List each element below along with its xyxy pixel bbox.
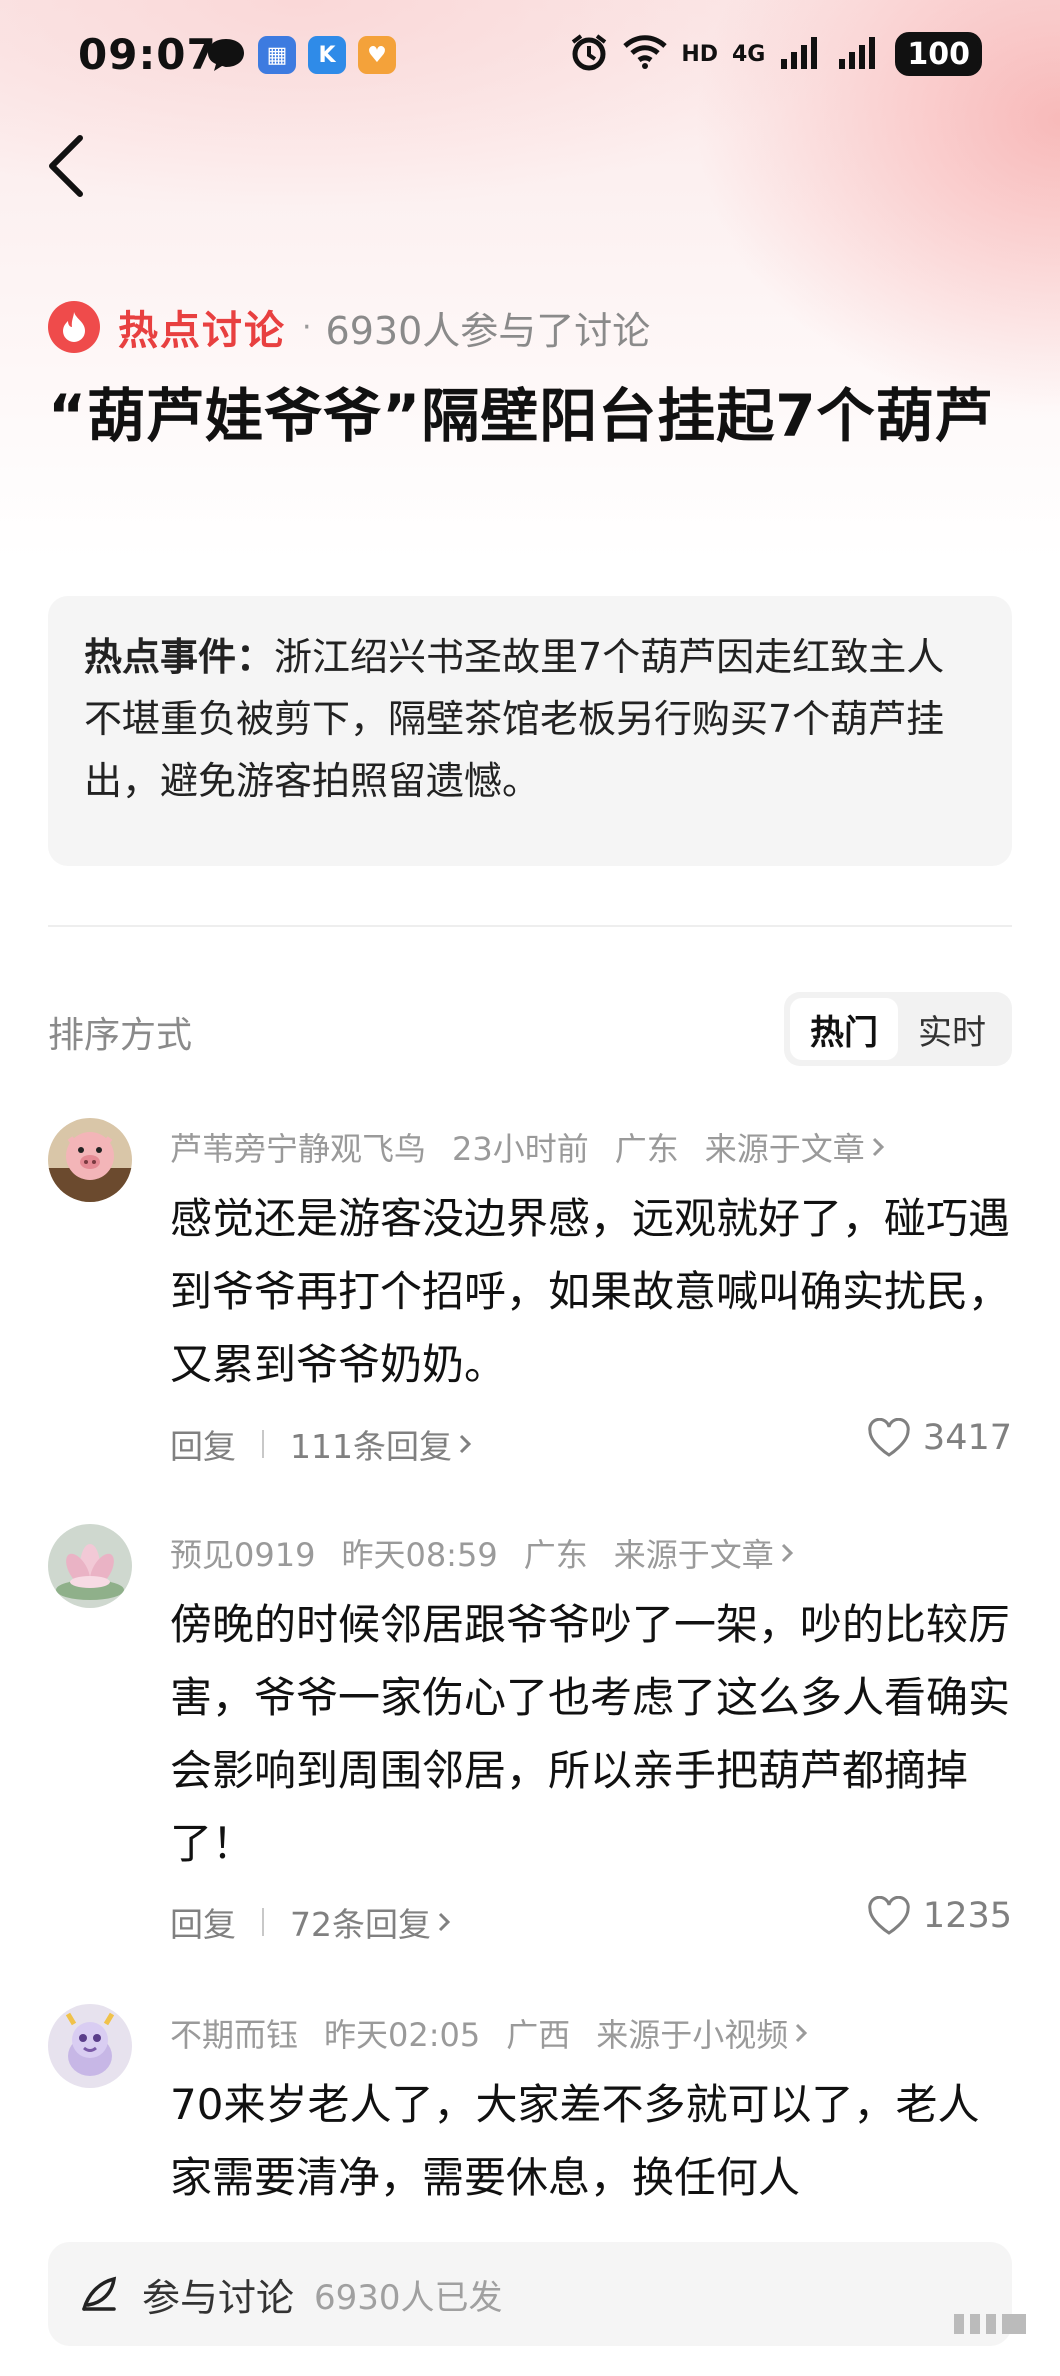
pen-icon: [82, 2276, 117, 2311]
comment-meta: 芦苇旁宁静观飞鸟 23小时前 广东 来源于文章: [170, 1124, 885, 1170]
alarm-icon: [569, 32, 609, 76]
comment-time: 23小时前: [452, 1130, 589, 1168]
comment-actions: 回复 72条回复: [170, 1898, 451, 1946]
sort-option-latest[interactable]: 实时: [898, 998, 1006, 1060]
comment-source-link[interactable]: 来源于文章: [614, 1530, 794, 1576]
app-icon-k: K: [308, 36, 346, 74]
comment-source: 来源于文章: [613, 1536, 774, 1574]
avatar[interactable]: [48, 2004, 132, 2088]
avatar[interactable]: [48, 1524, 132, 1608]
comment-source-link[interactable]: 来源于文章: [705, 1124, 885, 1170]
reply-button[interactable]: 回复: [170, 1898, 236, 1946]
comment-location: 广西: [506, 2016, 571, 2054]
signal-icon-2: [837, 35, 881, 73]
chevron-right-icon: [438, 1912, 451, 1932]
network-type: 4G: [732, 41, 766, 67]
fire-icon: [48, 301, 100, 353]
comment-actions: 回复 111条回复: [170, 1420, 472, 1468]
app-icon-blue: ▦: [258, 36, 296, 74]
comment-time: 昨天02:05: [324, 2016, 481, 2054]
comment-source: 来源于文章: [704, 1130, 865, 1168]
comment-meta: 预见0919 昨天08:59 广东 来源于文章: [170, 1530, 794, 1576]
comment-time: 昨天08:59: [341, 1536, 498, 1574]
status-bar: 09:07 ▦ K ♥ HD 4G 100: [0, 0, 1060, 115]
comment-meta: 不期而钰 昨天02:05 广西 来源于小视频: [170, 2010, 808, 2056]
hd-indicator: HD: [681, 41, 718, 67]
sort-toggle: 热门 实时: [784, 992, 1012, 1066]
join-discussion-label: 参与讨论: [142, 2275, 295, 2320]
topic-tag: 热点讨论: [118, 308, 286, 354]
separator: [262, 1908, 264, 1936]
notification-icons: ▦ K ♥: [206, 36, 396, 78]
message-icon: [206, 36, 246, 78]
sort-label: 排序方式: [48, 1015, 193, 1056]
back-arrow-icon: [49, 135, 83, 197]
watermark-icon: [952, 2310, 1030, 2336]
comment-item: 预见0919 昨天08:59 广东 来源于文章 傍晚的时候邻居跟爷爷吵了一架，吵…: [48, 1524, 1012, 1964]
sort-option-hot[interactable]: 热门: [790, 998, 898, 1060]
back-button[interactable]: [42, 128, 98, 204]
status-right: HD 4G 100: [569, 32, 982, 76]
heart-icon: [868, 1896, 910, 1935]
reply-count: 111条回复: [290, 1427, 452, 1466]
like-button[interactable]: 1235: [867, 1896, 1012, 1936]
like-button[interactable]: 3417: [867, 1418, 1012, 1458]
heart-icon: [868, 1418, 910, 1457]
battery-indicator: 100: [895, 32, 982, 76]
view-replies-button[interactable]: 111条回复: [290, 1420, 472, 1468]
wifi-icon: [623, 35, 668, 73]
sent-count: 6930人已发: [314, 2277, 503, 2318]
chevron-right-icon: [872, 1137, 884, 1157]
view-replies-button[interactable]: 72条回复: [290, 1898, 451, 1946]
comment-text: 70来岁老人了，大家差不多就可以了，老人家需要清净，需要休息，换任何人: [170, 2080, 980, 2202]
comment-location: 广东: [614, 1130, 679, 1168]
event-label: 热点事件：: [84, 635, 275, 679]
comment-source-link[interactable]: 来源于小视频: [596, 2010, 808, 2056]
comment-source: 来源于小视频: [596, 2016, 789, 2054]
chevron-right-icon: [459, 1434, 472, 1454]
comment-text: 感觉还是游客没边界感，远观就好了，碰巧遇到爷爷再打个招呼，如果故意喊叫确实扰民，…: [170, 1194, 1011, 1389]
signal-icon: [779, 35, 823, 73]
page-title: “葫芦娃爷爷”隔壁阳台挂起7个葫芦: [48, 382, 994, 450]
reply-count: 72条回复: [290, 1905, 431, 1944]
topic-dot: ·: [302, 309, 312, 345]
participant-count: 6930人参与了讨论: [325, 308, 651, 353]
status-time: 09:07: [78, 30, 217, 79]
event-summary: 热点事件：浙江绍兴书圣故里7个葫芦因走红致主人不堪重负被剪下，隔壁茶馆老板另行购…: [48, 596, 1012, 866]
comment-username[interactable]: 芦苇旁宁静观飞鸟: [170, 1124, 426, 1170]
chevron-right-icon: [796, 2023, 808, 2043]
like-count: 1235: [922, 1896, 1012, 1936]
separator: [262, 1430, 264, 1458]
join-discussion-bar[interactable]: 参与讨论 6930人已发: [48, 2242, 1012, 2346]
comment-username[interactable]: 不期而钰: [170, 2010, 298, 2056]
divider: [48, 925, 1012, 927]
comment-text: 傍晚的时候邻居跟爷爷吵了一架，吵的比较厉害，爷爷一家伤心了也考虑了这么多人看确实…: [170, 1600, 1011, 1868]
avatar[interactable]: [48, 1118, 132, 1202]
app-icon-heart: ♥: [358, 36, 396, 74]
reply-button[interactable]: 回复: [170, 1420, 236, 1468]
topic-header: 热点讨论 · 6930人参与了讨论: [48, 298, 650, 356]
comment-location: 广东: [523, 1536, 588, 1574]
comment-item: 不期而钰 昨天02:05 广西 来源于小视频 70来岁老人了，大家差不多就可以了…: [48, 2004, 1012, 2232]
like-count: 3417: [922, 1418, 1012, 1458]
comment-username[interactable]: 预见0919: [170, 1530, 315, 1576]
comment-item: 芦苇旁宁静观飞鸟 23小时前 广东 来源于文章 感觉还是游客没边界感，远观就好了…: [48, 1118, 1012, 1488]
chevron-right-icon: [781, 1543, 793, 1563]
